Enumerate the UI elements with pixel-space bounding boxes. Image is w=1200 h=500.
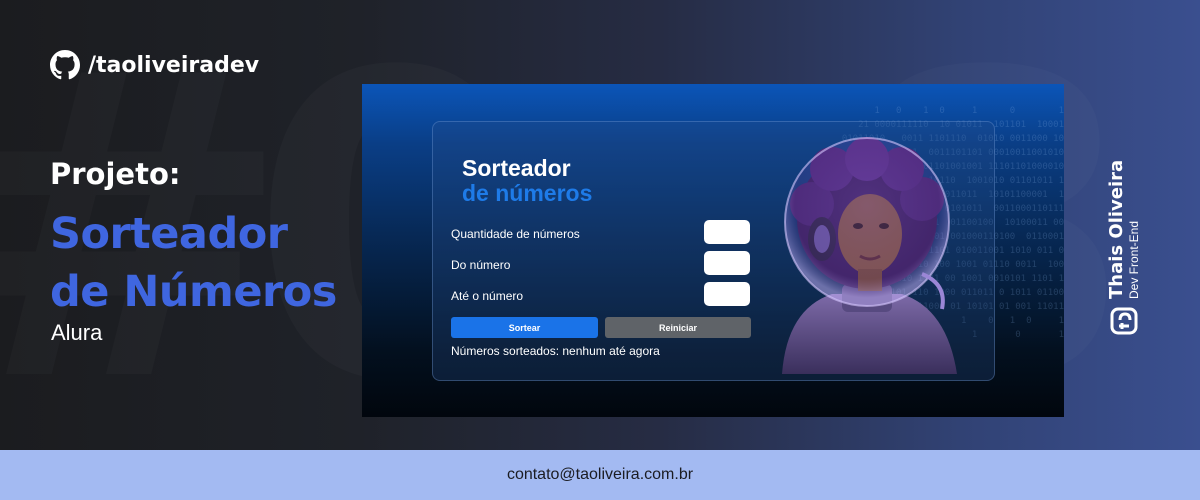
author-role: Dev Front-End: [1127, 220, 1141, 299]
to-monogram-logo: [1110, 307, 1138, 335]
reset-button[interactable]: Reiniciar: [605, 317, 751, 338]
project-title: Sorteador de Números: [50, 205, 337, 321]
github-icon: [50, 50, 80, 80]
from-number-input[interactable]: [704, 251, 750, 275]
github-link[interactable]: /taoliveiradev: [50, 50, 259, 80]
drawn-numbers-text: Números sorteados: nenhum até agora: [451, 344, 660, 358]
project-title-line2: de Números: [50, 267, 337, 317]
github-handle: /taoliveiradev: [88, 52, 260, 78]
draw-button[interactable]: Sortear: [451, 317, 598, 338]
author-name: Thais Oliveira: [1106, 159, 1127, 299]
astronaut-illustration: [782, 137, 957, 374]
quantity-label: Quantidade de números: [451, 227, 580, 241]
project-title-line1: Sorteador: [50, 209, 288, 259]
author-signature: Thais Oliveira Dev Front-End: [1106, 159, 1141, 335]
quantity-input[interactable]: [704, 220, 750, 244]
app-title-line2: de números: [462, 180, 593, 206]
author-text: Thais Oliveira Dev Front-End: [1106, 159, 1141, 299]
from-number-label: Do número: [451, 258, 511, 272]
contact-email[interactable]: contato@taoliveira.com.br: [507, 466, 693, 484]
project-subtitle: Alura: [51, 320, 103, 345]
app-title: Sorteador de números: [462, 156, 592, 206]
to-number-label: Até o número: [451, 289, 524, 303]
project-label: Projeto:: [50, 157, 181, 191]
app-screenshot: 1 0 1 0 1 0 1 21 0000111110 10 01011 101…: [362, 84, 1064, 417]
app-title-line1: Sorteador: [462, 155, 571, 181]
to-number-input[interactable]: [704, 282, 750, 306]
footer-bar: contato@taoliveira.com.br: [0, 450, 1200, 500]
